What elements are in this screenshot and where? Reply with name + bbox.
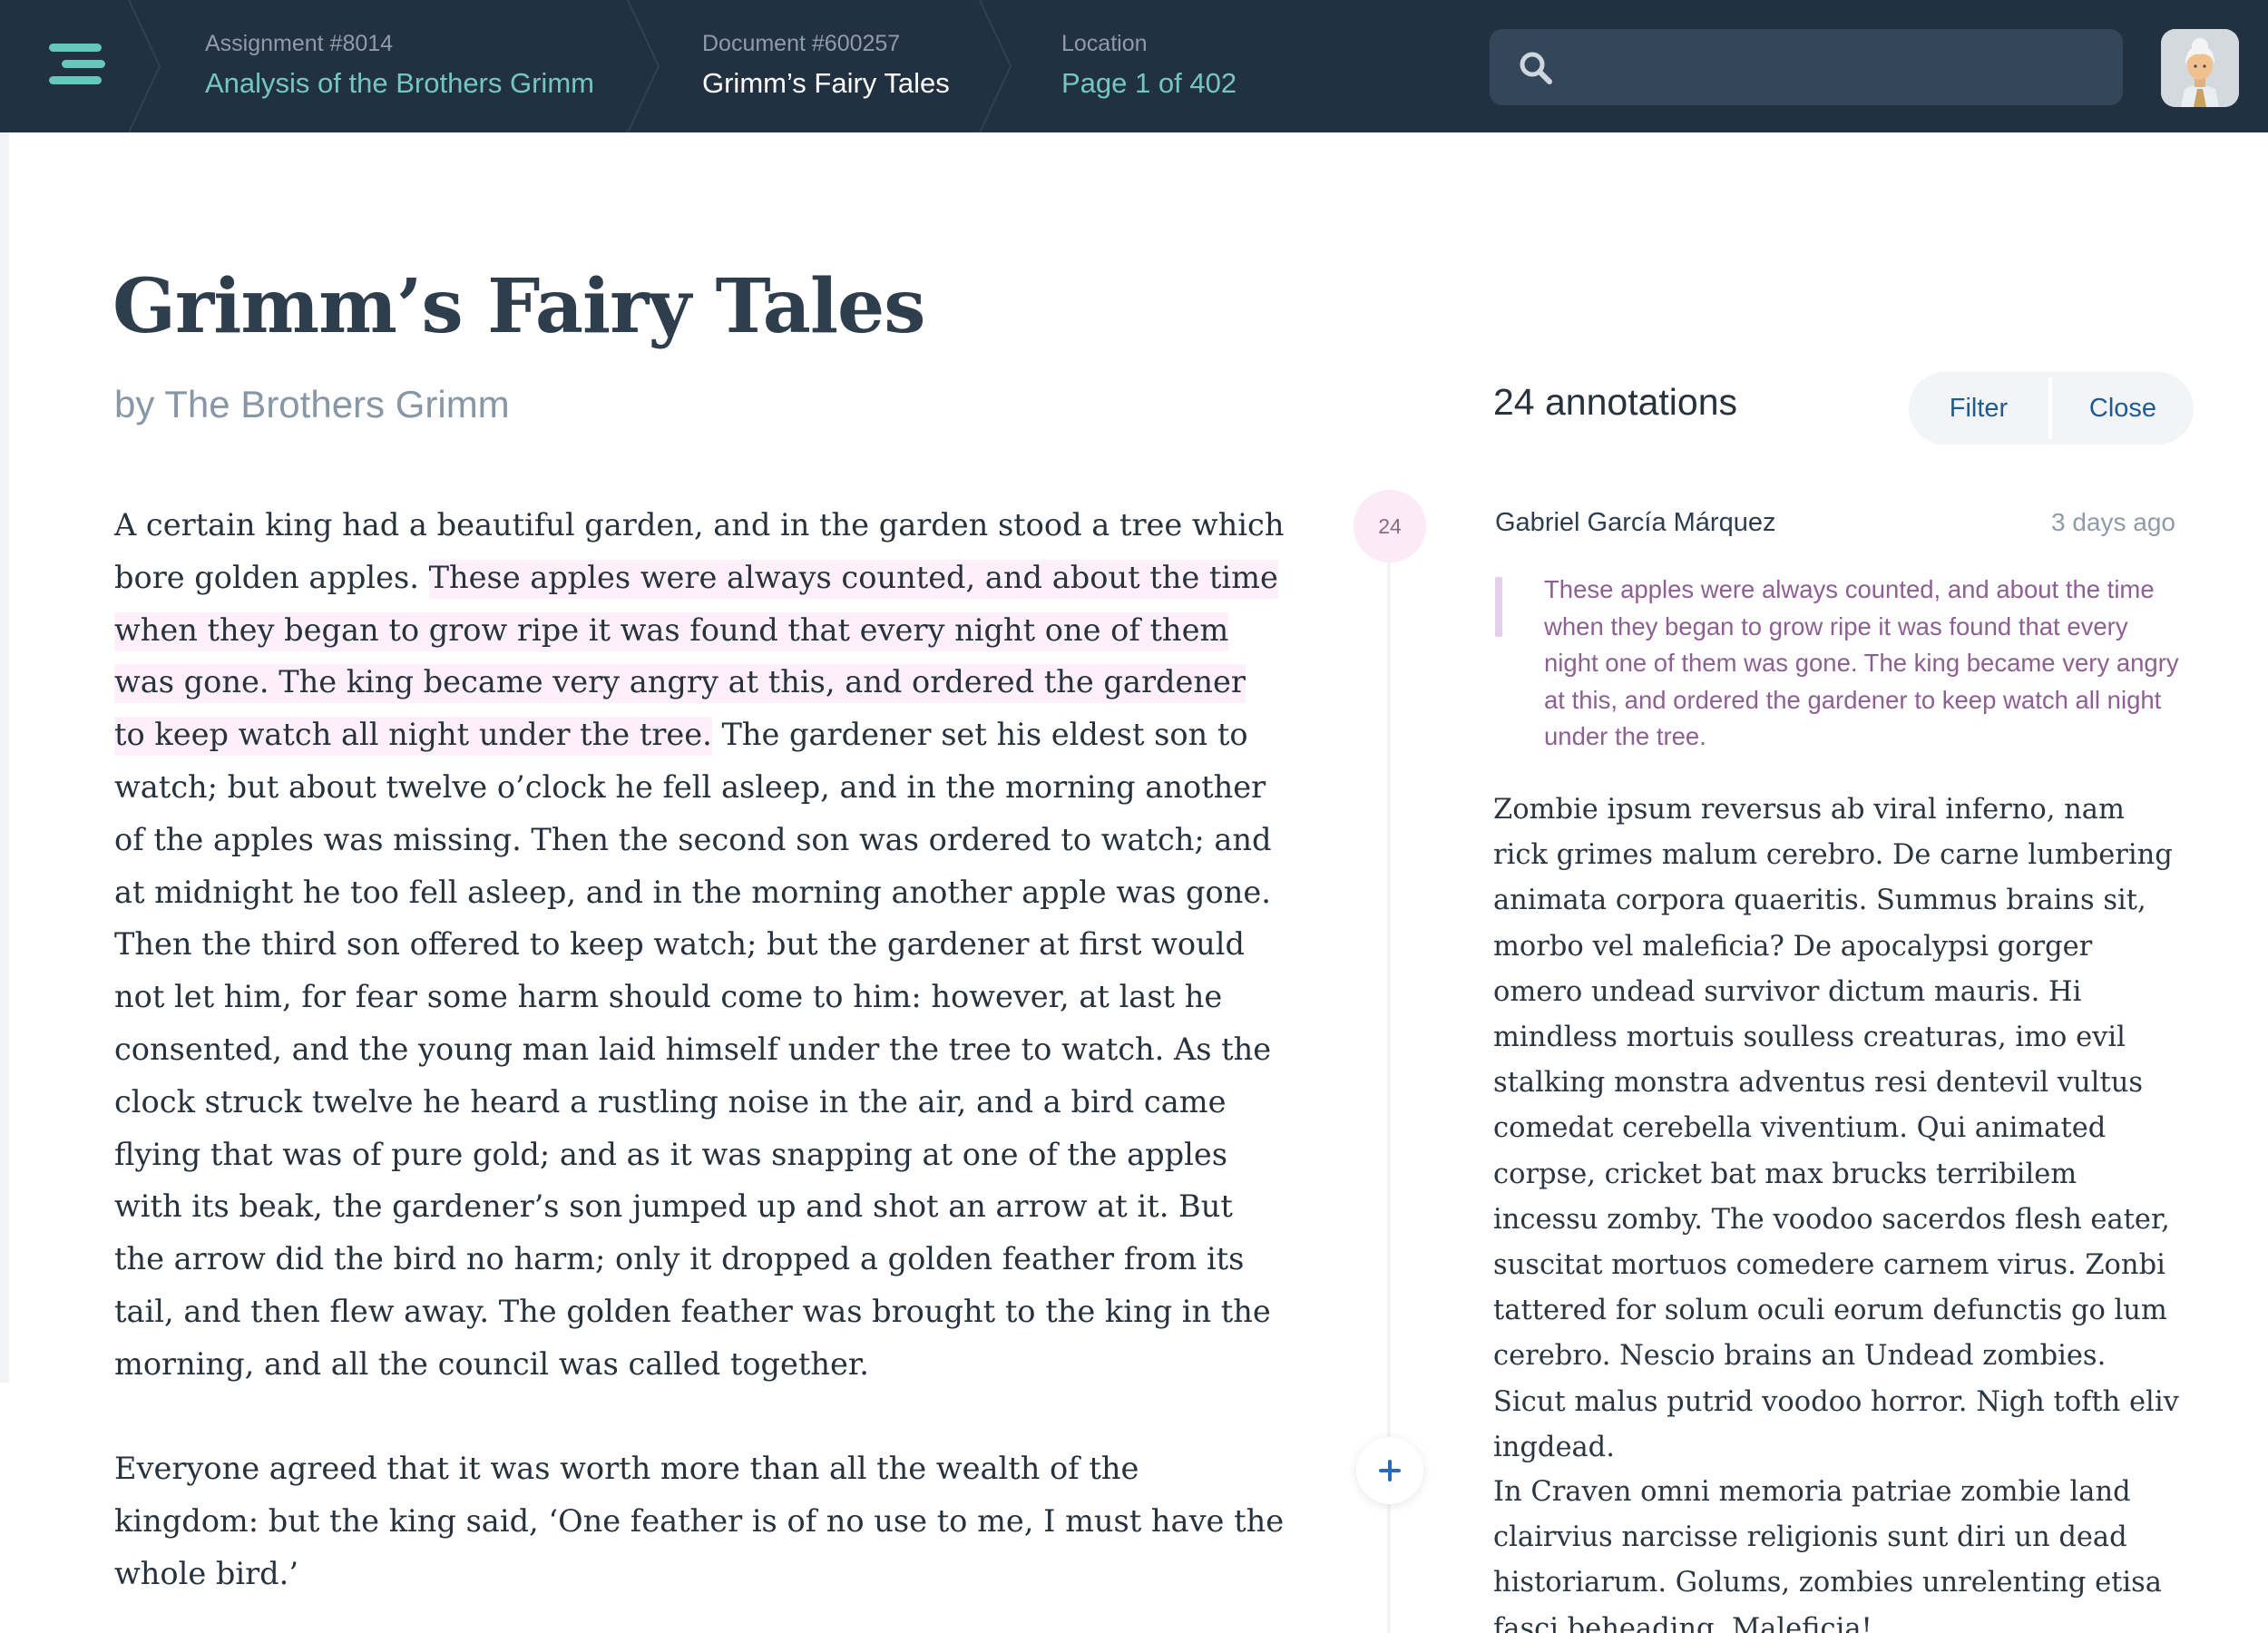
- document-byline: by The Brothers Grimm: [114, 383, 510, 425]
- annotation-author[interactable]: Gabriel García Márquez: [1495, 508, 1775, 538]
- close-button[interactable]: Close: [2052, 372, 2194, 445]
- document-paragraph: A certain king had a beautiful garden, a…: [114, 499, 1285, 1391]
- search-input[interactable]: [1571, 44, 2107, 91]
- add-annotation-button[interactable]: [1356, 1437, 1423, 1504]
- document-title: Grimm’s Fairy Tales: [112, 263, 925, 350]
- search-bar[interactable]: [1490, 29, 2123, 105]
- breadcrumb-kicker: Location: [1061, 31, 1148, 56]
- annotation-count-badge[interactable]: 24: [1354, 490, 1426, 562]
- annotation-quote[interactable]: These apples were always counted, and ab…: [1544, 572, 2179, 756]
- breadcrumb-separator: [128, 0, 161, 132]
- paragraph-text: The gardener set his eldest son to watch…: [114, 717, 1272, 1382]
- breadcrumb-page-location[interactable]: Page 1 of 402: [1061, 67, 1237, 100]
- breadcrumb-document-title[interactable]: Grimm’s Fairy Tales: [702, 67, 950, 100]
- avatar-illustration: [2161, 29, 2239, 107]
- breadcrumb-location[interactable]: Location Page 1 of 402: [1061, 0, 1297, 132]
- breadcrumb-separator: [627, 0, 660, 132]
- breadcrumb-kicker: Document #600257: [702, 31, 901, 56]
- annotations-count: 24 annotations: [1493, 381, 1738, 423]
- document-paragraph: Everyone agreed that it was worth more t…: [114, 1451, 1285, 1591]
- user-avatar-icon[interactable]: [2161, 29, 2239, 107]
- top-bar: Assignment #8014 Analysis of the Brother…: [0, 0, 2268, 132]
- search-icon[interactable]: [1519, 51, 1553, 85]
- plus-icon: [1379, 1460, 1401, 1481]
- breadcrumb-assignment-title[interactable]: Analysis of the Brothers Grimm: [205, 67, 594, 100]
- quote-bar: [1495, 577, 1502, 637]
- filter-button[interactable]: Filter: [1909, 372, 2048, 445]
- left-rail: [0, 132, 9, 1383]
- breadcrumb-kicker: Assignment #8014: [205, 31, 394, 56]
- annotation-actions: Filter Close: [1909, 372, 2194, 445]
- annotation-timestamp: 3 days ago: [2051, 508, 2175, 536]
- annotation-body-paragraph: In Craven omni memoria patriae zombie la…: [1493, 1476, 2162, 1633]
- breadcrumb-document[interactable]: Document #600257 Grimm’s Fairy Tales: [702, 0, 974, 132]
- breadcrumb-separator: [979, 0, 1012, 132]
- annotation-body-paragraph: Zombie ipsum reversus ab viral inferno, …: [1493, 794, 2179, 1463]
- hamburger-menu-icon[interactable]: [44, 40, 109, 91]
- breadcrumb-assignment[interactable]: Assignment #8014 Analysis of the Brother…: [205, 0, 631, 132]
